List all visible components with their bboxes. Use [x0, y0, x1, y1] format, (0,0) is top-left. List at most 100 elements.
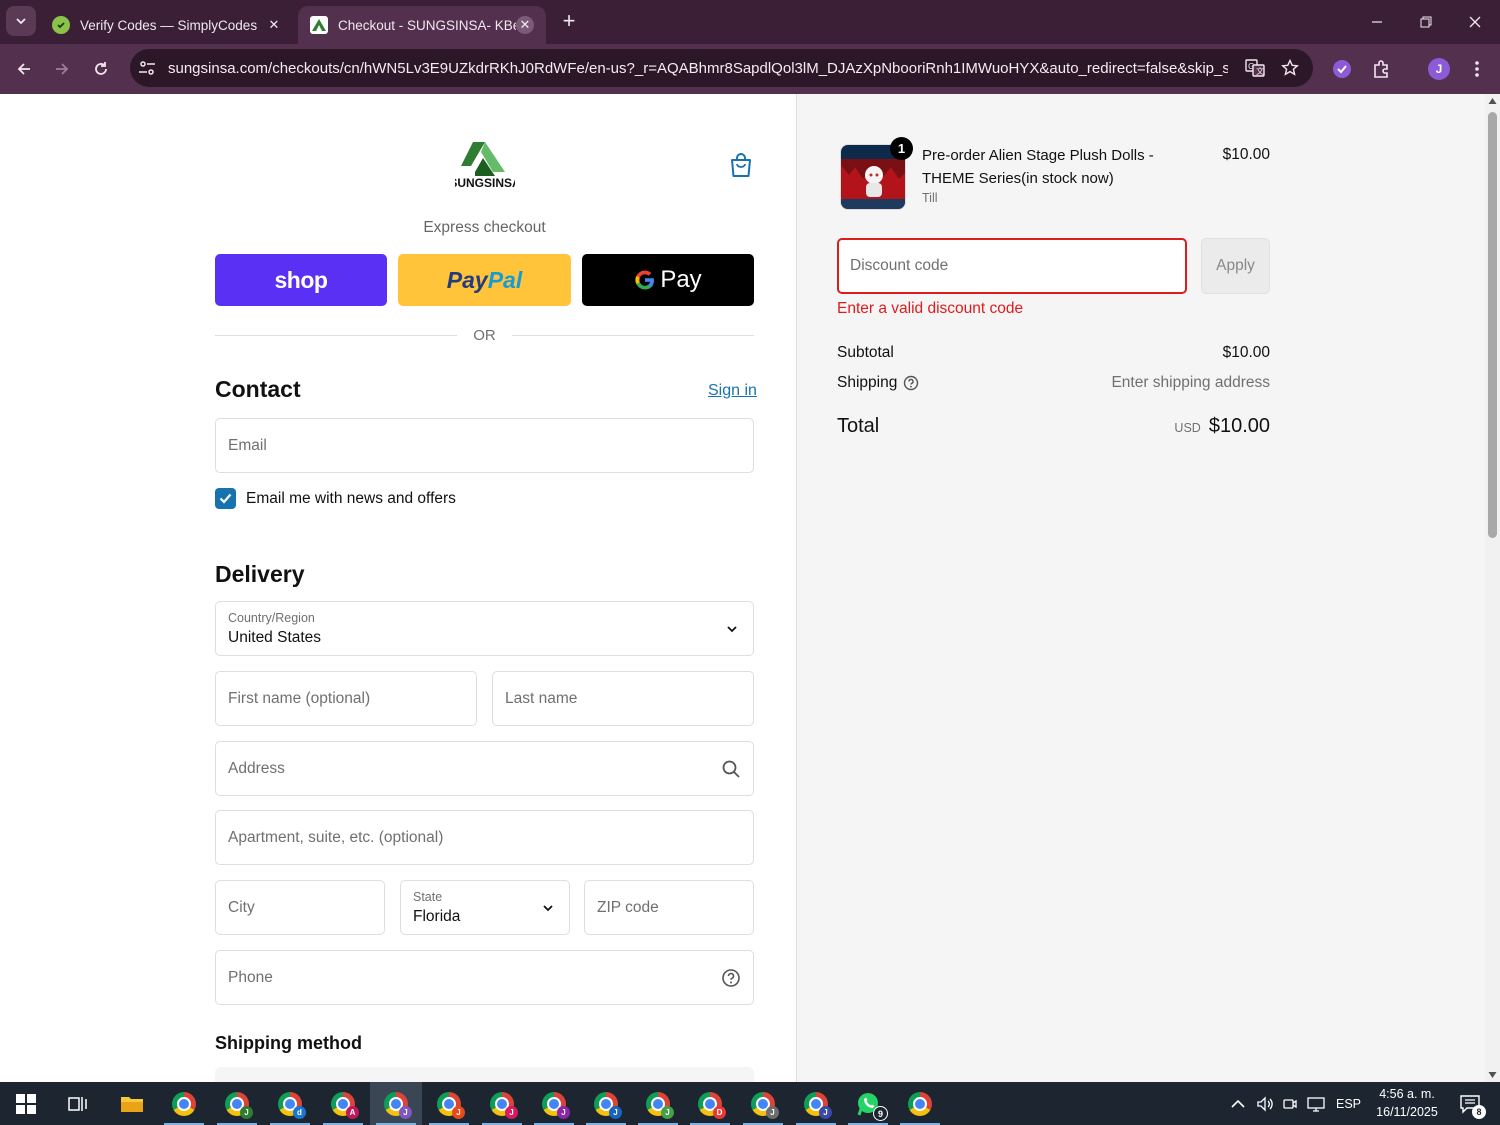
clock-time: 4:56 a. m.: [1379, 1087, 1435, 1101]
meet-now-icon[interactable]: [1282, 1096, 1298, 1112]
chrome-icon: [908, 1091, 932, 1116]
page-scrollbar[interactable]: [1485, 94, 1500, 1082]
last-name-field[interactable]: Last name: [492, 671, 754, 726]
chevron-down-icon: [543, 904, 553, 911]
svg-text:G: G: [1248, 62, 1254, 71]
zip-code-field[interactable]: ZIP code: [584, 880, 754, 935]
forward-button[interactable]: [46, 53, 78, 85]
restore-button[interactable]: [1402, 0, 1450, 44]
subtotal-value: $10.00: [1222, 344, 1270, 361]
windows-logo-icon: [16, 1093, 36, 1114]
url-text: sungsinsa.com/checkouts/cn/hWN5Lv3E9UZkd…: [168, 59, 1228, 77]
taskbar-chrome-profile[interactable]: J: [790, 1082, 842, 1125]
shop-pay-button[interactable]: shop: [215, 254, 387, 306]
reload-button[interactable]: [85, 53, 117, 85]
discount-code-input[interactable]: Discount code: [837, 238, 1187, 294]
apply-discount-button[interactable]: Apply: [1201, 238, 1270, 294]
volume-icon[interactable]: [1256, 1095, 1274, 1112]
profile-button[interactable]: J: [1424, 54, 1454, 84]
taskbar-chrome[interactable]: [158, 1082, 210, 1125]
taskbar-whatsapp[interactable]: 9: [842, 1082, 894, 1125]
language-indicator[interactable]: ESP: [1336, 1097, 1361, 1111]
phone-field[interactable]: Phone: [215, 950, 754, 1005]
close-icon: [1469, 16, 1481, 28]
help-circle-icon[interactable]: [903, 375, 919, 391]
taskbar-clock[interactable]: 4:56 a. m. 16/11/2025: [1374, 1085, 1440, 1121]
scroll-up-icon[interactable]: [1488, 97, 1497, 105]
city-field[interactable]: City: [215, 880, 385, 935]
taskbar-chrome-profile[interactable]: J: [476, 1082, 528, 1125]
checkmark-icon: [219, 493, 232, 504]
email-field[interactable]: Email: [215, 418, 754, 473]
chevron-up-icon[interactable]: [1230, 1098, 1246, 1110]
divider-line: [511, 334, 754, 336]
help-circle-icon[interactable]: [721, 968, 741, 988]
sungsinsa-logo[interactable]: SUNGSINSA: [449, 140, 521, 192]
tab-checkout[interactable]: Checkout - SUNGSINSA- KBeau ✕: [298, 6, 546, 44]
address-field[interactable]: Address: [215, 741, 754, 796]
sungsinsa-logo-icon: SUNGSINSA: [449, 142, 521, 190]
tab-close-icon[interactable]: ✕: [516, 16, 534, 34]
address-bar[interactable]: sungsinsa.com/checkouts/cn/hWN5Lv3E9UZkd…: [130, 49, 1313, 87]
back-button[interactable]: [8, 53, 40, 85]
browser-tab-bar: Verify Codes — SimplyCodes ✕ Checkout - …: [0, 0, 1500, 44]
taskbar-chrome-profile[interactable]: J: [737, 1082, 789, 1125]
taskbar-chrome-profile[interactable]: J: [211, 1082, 263, 1125]
arrow-left-icon: [17, 63, 30, 75]
taskbar-chrome-profile[interactable]: J: [632, 1082, 684, 1125]
product-price: $10.00: [1222, 146, 1270, 163]
sign-in-link[interactable]: Sign in: [708, 382, 757, 400]
address-placeholder: Address: [228, 759, 285, 777]
network-icon[interactable]: [1306, 1096, 1326, 1112]
taskbar-chrome-profile[interactable]: A: [317, 1082, 369, 1125]
taskbar-chrome-profile[interactable]: J: [580, 1082, 632, 1125]
brand-name: SUNGSINSA: [455, 176, 515, 190]
email-placeholder: Email: [228, 436, 267, 454]
restore-icon: [1420, 16, 1432, 28]
scroll-down-icon[interactable]: [1488, 1071, 1497, 1079]
close-window-button[interactable]: [1451, 0, 1499, 44]
news-offers-checkbox-row[interactable]: Email me with news and offers: [215, 488, 456, 509]
minimize-button[interactable]: [1353, 0, 1401, 44]
google-pay-label: Pay: [660, 266, 702, 293]
search-icon[interactable]: [721, 759, 741, 779]
country-region-value: United States: [228, 629, 322, 646]
country-region-select[interactable]: Country/Region United States: [215, 601, 754, 656]
browser-menu-button[interactable]: [1462, 54, 1492, 84]
tab-simplycodes[interactable]: Verify Codes — SimplyCodes ✕: [40, 6, 295, 44]
taskbar-chrome-profile[interactable]: D: [684, 1082, 736, 1125]
tab-title: Verify Codes — SimplyCodes: [80, 17, 258, 33]
scrollbar-thumb[interactable]: [1488, 112, 1497, 538]
tab-search-button[interactable]: [6, 6, 36, 36]
state-select[interactable]: State Florida: [400, 880, 570, 935]
tab-close-icon[interactable]: ✕: [265, 16, 283, 34]
site-settings-icon[interactable]: [138, 60, 156, 76]
taskbar-chrome-profile[interactable]: J: [423, 1082, 475, 1125]
new-tab-button[interactable]: +: [556, 8, 582, 34]
taskbar-chrome-profile[interactable]: d: [264, 1082, 316, 1125]
google-pay-button[interactable]: Pay: [582, 254, 754, 306]
shopping-bag-icon: [731, 153, 751, 177]
taskbar-chrome[interactable]: [894, 1082, 946, 1125]
cart-button[interactable]: [729, 152, 755, 180]
start-button[interactable]: [0, 1082, 52, 1125]
extension-simplycodes-button[interactable]: [1327, 54, 1357, 84]
task-view-button[interactable]: [52, 1082, 104, 1125]
extensions-button[interactable]: [1366, 54, 1396, 84]
first-name-field[interactable]: First name (optional): [215, 671, 477, 726]
notifications-button[interactable]: 8: [1450, 1082, 1490, 1125]
total-value: $10.00: [1208, 415, 1270, 437]
checkout-form-column: SUNGSINSA Express checkout shop PayPal P…: [0, 94, 796, 1082]
bookmark-star-icon[interactable]: [1281, 59, 1299, 77]
apartment-field[interactable]: Apartment, suite, etc. (optional): [215, 810, 754, 865]
news-offers-checkbox[interactable]: [215, 488, 236, 509]
taskbar-chrome-profile[interactable]: J: [528, 1082, 580, 1125]
paypal-button[interactable]: Pay Pal: [398, 254, 571, 306]
more-vertical-icon: [1475, 61, 1479, 77]
file-explorer-button[interactable]: [106, 1082, 158, 1125]
chevron-down-icon: [727, 625, 737, 632]
taskbar-chrome-profile-active[interactable]: J: [370, 1082, 422, 1125]
divider-line: [215, 334, 458, 336]
translate-icon[interactable]: 文G: [1245, 59, 1265, 77]
chevron-down-icon: [16, 18, 26, 25]
